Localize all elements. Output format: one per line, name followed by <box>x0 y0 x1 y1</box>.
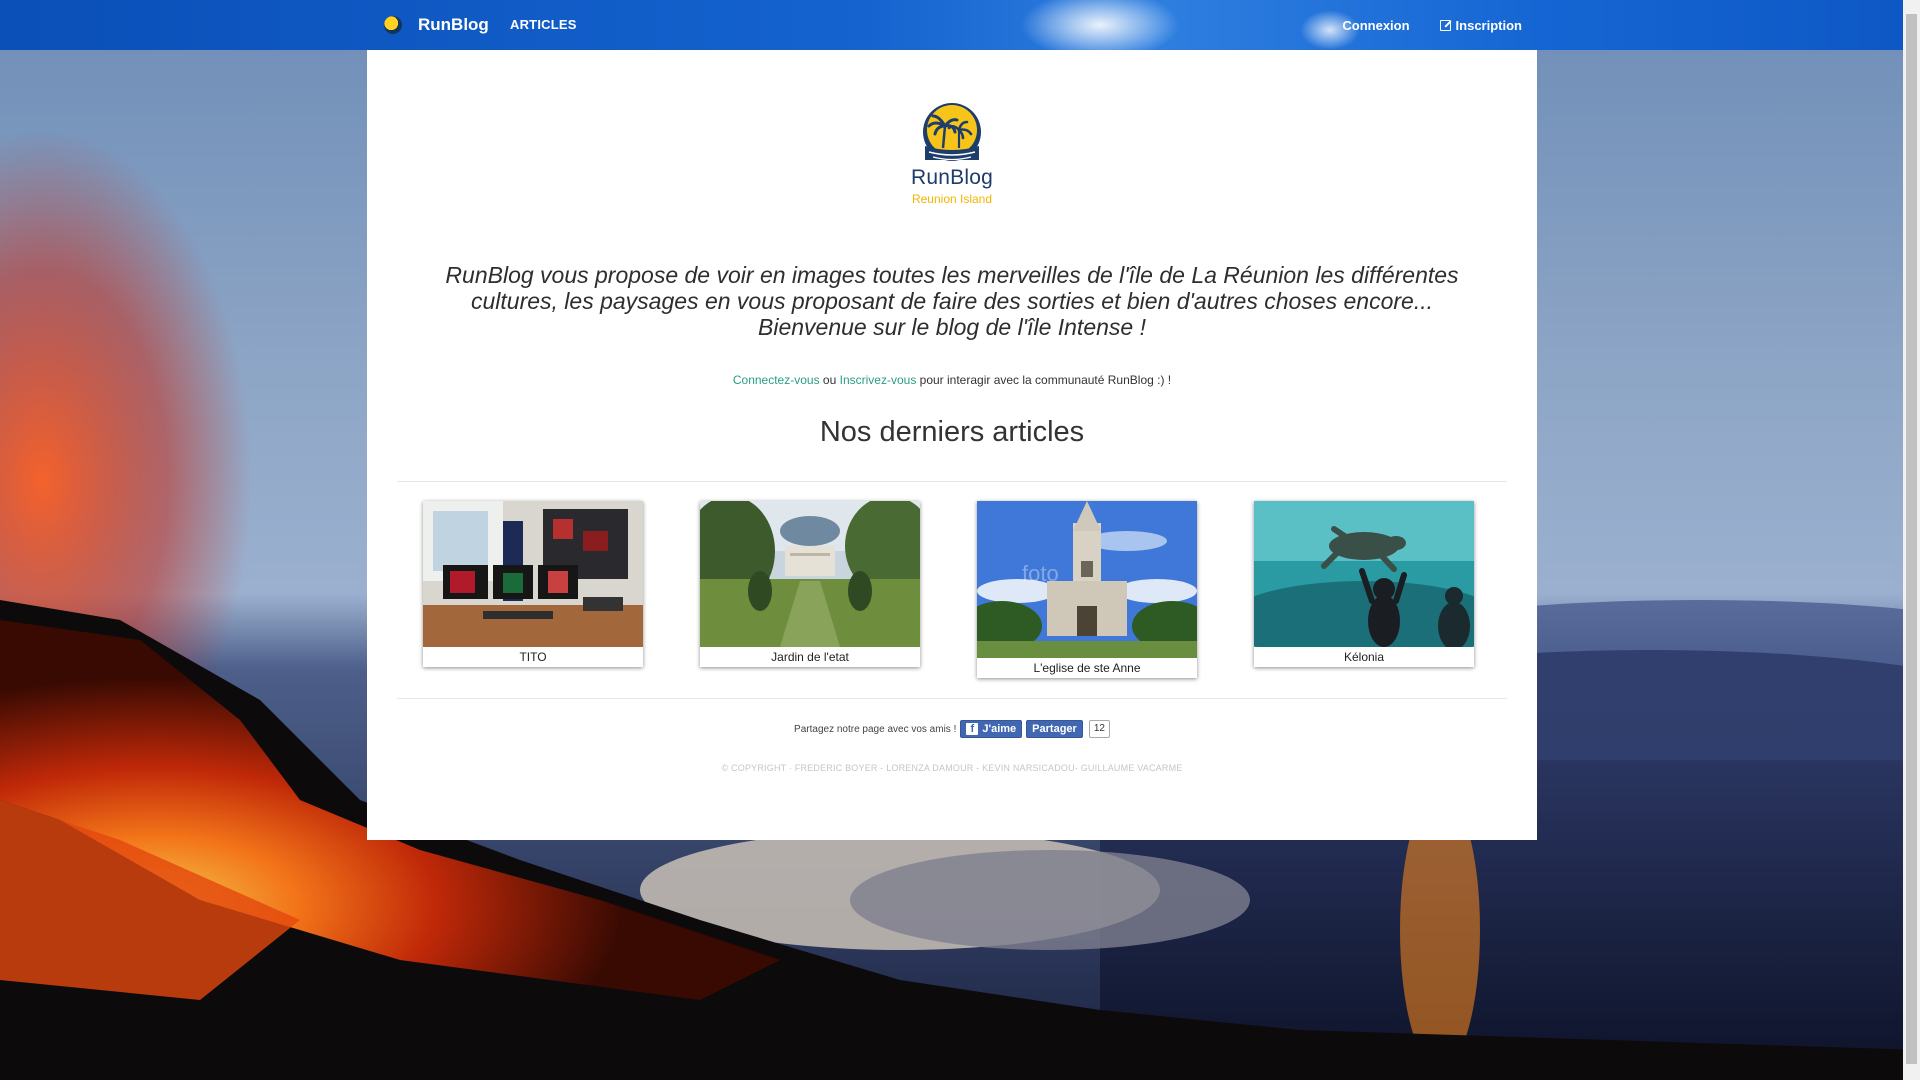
main-content: RunBlog Reunion Island RunBlog vous prop… <box>367 50 1537 840</box>
navbar-cloud-decoration <box>1020 0 1180 60</box>
signup-label: Inscription <box>1455 17 1522 33</box>
article-title: Jardin de l'etat <box>771 650 849 664</box>
logo-name: RunBlog <box>911 166 993 189</box>
top-navbar: RunBlog ARTICLES Connexion Inscription <box>0 0 1920 60</box>
share-text: Partagez notre page avec vos amis ! <box>794 723 957 735</box>
article-card[interactable]: TITO <box>423 501 643 667</box>
article-thumbnail <box>700 501 920 647</box>
signup-link[interactable]: Inscription <box>1439 17 1522 33</box>
connect-or: ou <box>822 373 837 387</box>
facebook-share-button[interactable]: Partager <box>1026 720 1083 738</box>
section-title: Nos derniers articles <box>819 416 1085 448</box>
brand-name: RunBlog <box>418 15 489 34</box>
article-title: L'eglise de ste Anne <box>1033 661 1141 675</box>
divider <box>397 481 1507 482</box>
nav-articles-link[interactable]: ARTICLES <box>510 0 577 50</box>
site-logo: RunBlog Reunion Island <box>367 102 1537 206</box>
palm-sun-logo-icon <box>923 103 981 161</box>
share-label: Partager <box>1032 723 1077 735</box>
watermark-text: foto <box>1022 561 1059 586</box>
brand-logo-icon <box>384 16 402 34</box>
brand-link[interactable]: RunBlog <box>384 0 489 50</box>
divider <box>397 698 1507 699</box>
facebook-icon: f <box>966 723 979 735</box>
share-bar: Partagez notre page avec vos amis ! f J'… <box>367 720 1537 738</box>
login-link[interactable]: Connexion <box>1342 18 1409 33</box>
connect-line: Connectez-vous ou Inscrivez-vous pour in… <box>367 373 1537 387</box>
article-card[interactable]: Kélonia <box>1254 501 1474 667</box>
article-thumbnail <box>423 501 643 647</box>
connect-rest: pour interagir avec la communauté RunBlo… <box>919 373 1172 387</box>
login-label: Connexion <box>1342 17 1410 33</box>
articles-grid: TITO Jardin de l'etat foto L'eglise de s… <box>423 501 1483 681</box>
intro-text: RunBlog vous propose de voir en images t… <box>445 262 1459 340</box>
article-card[interactable]: foto L'eglise de ste Anne <box>977 501 1197 678</box>
share-count: 12 <box>1088 720 1110 738</box>
login-prompt-link[interactable]: Connectez-vous <box>733 373 820 387</box>
page-scrollbar[interactable] <box>1903 0 1920 1080</box>
article-thumbnail <box>1254 501 1474 647</box>
signup-prompt-link[interactable]: Inscrivez-vous <box>840 373 917 387</box>
copyright-text: © COPYRIGHT · FREDERIC BOYER - LORENZA D… <box>721 763 1183 773</box>
article-title: Kélonia <box>1343 650 1385 664</box>
logo-subtitle: Reunion Island <box>911 192 993 206</box>
nav-right-group: Connexion Inscription <box>1312 0 1522 50</box>
article-card[interactable]: Jardin de l'etat <box>700 501 920 667</box>
scrollbar-thumb[interactable] <box>1906 14 1917 1064</box>
article-title: TITO <box>519 650 547 664</box>
like-label: J'aime <box>982 723 1017 735</box>
facebook-like-button[interactable]: f J'aime <box>960 720 1023 738</box>
article-thumbnail: foto <box>977 501 1197 658</box>
edit-icon <box>1439 19 1451 31</box>
